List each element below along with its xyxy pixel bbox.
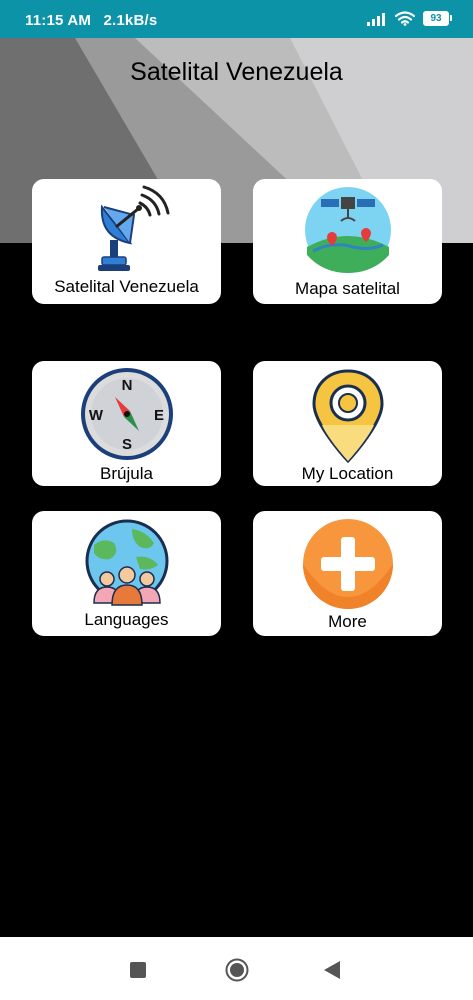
status-right: 93 bbox=[367, 11, 452, 26]
svg-text:W: W bbox=[88, 407, 103, 424]
status-speed: 2.1kB/s bbox=[103, 12, 158, 29]
satelital-venezuela-card[interactable]: Satelital Venezuela bbox=[32, 179, 221, 304]
languages-card[interactable]: Languages bbox=[32, 511, 221, 636]
triangle-back-icon[interactable] bbox=[324, 961, 340, 984]
svg-text:N: N bbox=[121, 377, 132, 394]
satellite-dish-icon bbox=[97, 185, 169, 271]
page-title: Satelital Venezuela bbox=[130, 58, 343, 86]
my-location-label: My Location bbox=[301, 464, 394, 483]
status-bar: 11:15 AM 2.1kB/s 93 bbox=[0, 0, 473, 38]
square-recents-icon[interactable] bbox=[130, 962, 146, 983]
app-screen: 11:15 AM 2.1kB/s 93 Satelital Venezuela bbox=[0, 0, 473, 1000]
my-location-card[interactable]: My Location bbox=[253, 361, 442, 486]
more-card[interactable]: More bbox=[253, 511, 442, 636]
navigation-bar bbox=[0, 937, 473, 1000]
circle-home-icon[interactable] bbox=[225, 958, 249, 987]
wifi-icon bbox=[395, 11, 415, 26]
brujula-label: Brújula bbox=[100, 464, 153, 483]
languages-label: Languages bbox=[84, 610, 169, 629]
brujula-card[interactable]: N S W E Brújula bbox=[32, 361, 221, 486]
battery-icon: 93 bbox=[423, 11, 452, 26]
mapa-satelital-label: Mapa satelital bbox=[295, 279, 400, 298]
globe-people-icon bbox=[85, 519, 168, 606]
plus-icon bbox=[302, 519, 393, 609]
mapa-satelital-card[interactable]: Mapa satelital bbox=[253, 179, 442, 304]
signal-icon bbox=[367, 12, 387, 26]
more-label: More bbox=[328, 612, 367, 631]
status-left: 11:15 AM 2.1kB/s bbox=[25, 12, 165, 29]
status-time: 11:15 AM bbox=[25, 12, 92, 29]
location-pin-icon bbox=[311, 369, 384, 464]
svg-text:E: E bbox=[153, 407, 163, 424]
compass-icon: N S W E bbox=[80, 368, 173, 460]
satellite-map-icon bbox=[304, 187, 391, 273]
satelital-venezuela-label: Satelital Venezuela bbox=[54, 277, 199, 296]
svg-text:S: S bbox=[121, 436, 131, 453]
